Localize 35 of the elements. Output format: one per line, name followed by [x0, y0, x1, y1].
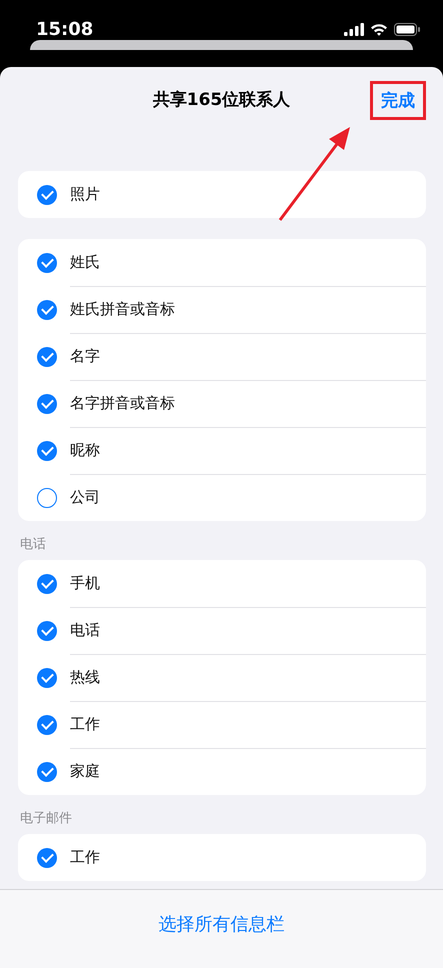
section-header: 电话 [19, 536, 47, 554]
field-label: 姓氏拼音或音标 [70, 300, 175, 318]
field-label: 热线 [70, 668, 100, 686]
checkbox[interactable] [37, 620, 57, 640]
field-label: 工作 [70, 714, 100, 734]
field-label: 工作 [70, 848, 100, 867]
field-label: 姓氏 [70, 252, 100, 272]
field-label: 名字 [70, 346, 100, 366]
checkbox[interactable] [37, 346, 57, 366]
field-label: 手机 [70, 574, 100, 592]
checkbox[interactable] [37, 300, 57, 320]
status-time: 15:08 [36, 18, 94, 40]
wifi-icon [370, 22, 388, 36]
sheet-title: 共享165位联系人 [152, 88, 290, 110]
field-label: 照片 [70, 185, 100, 204]
field-label: 昵称 [70, 440, 100, 460]
checkbox[interactable] [37, 574, 57, 594]
checkbox[interactable] [37, 440, 57, 460]
checkbox[interactable] [37, 394, 57, 414]
checkbox[interactable] [37, 252, 57, 272]
battery-icon [394, 22, 421, 36]
field-label: 名字拼音或音标 [70, 394, 175, 412]
select-all-button[interactable]: 选择所有信息栏 [152, 908, 290, 940]
checkbox[interactable] [37, 488, 57, 508]
checkbox[interactable] [37, 184, 57, 204]
checkbox[interactable] [37, 714, 57, 734]
field-label: 公司 [70, 488, 100, 507]
done-button[interactable]: 完成 [378, 87, 418, 114]
signal-icon [344, 22, 364, 36]
checkbox[interactable] [37, 668, 57, 688]
field-label: 电话 [70, 620, 100, 640]
section-header: 电子邮件 [19, 810, 73, 828]
field-label: 家庭 [70, 762, 100, 781]
checkbox[interactable] [37, 762, 57, 782]
checkbox[interactable] [37, 848, 57, 868]
